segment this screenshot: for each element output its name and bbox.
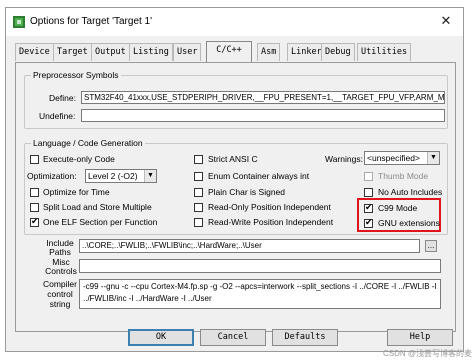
- warnings-label: Warnings:: [325, 154, 363, 164]
- plain-char-checkbox[interactable]: [194, 188, 203, 197]
- compiler-control-label-1: Compiler: [42, 279, 77, 289]
- define-field[interactable]: STM32F40_41xxx,USE_STDPERIPH_DRIVER,__FP…: [81, 91, 445, 104]
- plain-char-label: Plain Char is Signed: [208, 187, 286, 197]
- no-auto-includes-label: No Auto Includes: [378, 187, 443, 197]
- tab-debug[interactable]: Debug: [321, 43, 355, 61]
- rw-position-label: Read-Write Position Independent: [208, 217, 334, 227]
- one-elf-checkbox[interactable]: [30, 216, 39, 227]
- c99-mode-checkbox[interactable]: [364, 202, 373, 213]
- tab-output[interactable]: Output: [91, 43, 130, 61]
- gnu-extensions-checkbox[interactable]: [364, 217, 373, 228]
- chevron-down-icon: ▼: [427, 152, 439, 164]
- include-paths-label-2: Paths: [49, 247, 71, 257]
- compiler-control-string[interactable]: -c99 --gnu -c --cpu Cortex-M4.fp.sp -g -…: [79, 279, 441, 309]
- compiler-control-line-2: ../FWLIB/inc -I ../HardWare -I ../User: [83, 294, 212, 303]
- define-label: Define:: [49, 93, 76, 103]
- compiler-control-label-3: string: [49, 299, 71, 309]
- thumb-mode-checkbox[interactable]: [364, 172, 373, 181]
- app-icon: [13, 16, 25, 28]
- tab-target[interactable]: Target: [53, 43, 92, 61]
- watermark: CSDN @浅尝写博客的麦: [383, 349, 473, 358]
- gnu-extensions-label: GNU extensions: [378, 218, 440, 228]
- split-load-checkbox[interactable]: [30, 203, 39, 212]
- preprocessor-group: Preprocessor Symbols Define: STM32F40_41…: [24, 70, 448, 129]
- enum-int-checkbox[interactable]: [194, 172, 203, 181]
- execute-only-label: Execute-only Code: [43, 154, 115, 164]
- split-load-label: Split Load and Store Multiple: [43, 202, 152, 212]
- cancel-button[interactable]: Cancel: [200, 329, 266, 346]
- tab-asm[interactable]: Asm: [257, 43, 281, 61]
- options-dialog: Options for Target 'Target 1' ✕ Device T…: [5, 7, 464, 352]
- warnings-value: <unspecified>: [367, 153, 420, 163]
- include-paths-field[interactable]: ..\CORE;..\FWLIB;..\FWLIB\inc;..\HardWar…: [79, 239, 420, 253]
- language-group-title: Language / Code Generation: [31, 138, 145, 148]
- thumb-mode-label: Thumb Mode: [378, 171, 429, 181]
- defaults-button[interactable]: Defaults: [272, 329, 338, 346]
- language-group: Language / Code Generation Execute-only …: [24, 138, 448, 235]
- undefine-label: Undefine:: [39, 111, 76, 121]
- execute-only-checkbox[interactable]: [30, 155, 39, 164]
- misc-controls-field[interactable]: [79, 259, 441, 273]
- include-paths-browse-button[interactable]: ...: [425, 240, 437, 252]
- help-button[interactable]: Help: [387, 329, 453, 346]
- c99-mode-label: C99 Mode: [378, 203, 418, 213]
- strict-ansi-label: Strict ANSI C: [208, 154, 258, 164]
- one-elf-label: One ELF Section per Function: [43, 217, 158, 227]
- close-button[interactable]: ✕: [438, 13, 454, 29]
- preprocessor-group-title: Preprocessor Symbols: [31, 70, 121, 80]
- chevron-down-icon: ▼: [144, 170, 156, 182]
- undefine-field[interactable]: [81, 109, 445, 122]
- rw-position-checkbox[interactable]: [194, 218, 203, 227]
- tab-device[interactable]: Device: [15, 43, 54, 61]
- ro-position-checkbox[interactable]: [194, 203, 203, 212]
- optimize-time-label: Optimize for Time: [43, 187, 110, 197]
- no-auto-includes-checkbox[interactable]: [364, 188, 373, 197]
- enum-int-label: Enum Container always int: [208, 171, 310, 181]
- tab-linker[interactable]: Linker: [287, 43, 326, 61]
- tab-c-cpp[interactable]: C/C++: [206, 41, 252, 62]
- tab-user[interactable]: User: [173, 43, 202, 61]
- title-bar: Options for Target 'Target 1' ✕: [6, 8, 463, 36]
- misc-controls-label-2: Controls: [45, 266, 77, 276]
- warnings-select[interactable]: <unspecified> ▼: [364, 151, 440, 165]
- ro-position-label: Read-Only Position Independent: [208, 202, 331, 212]
- optimization-value: Level 2 (-O2): [88, 171, 138, 181]
- tab-utilities[interactable]: Utilities: [357, 43, 412, 61]
- tab-panel: Preprocessor Symbols Define: STM32F40_41…: [15, 62, 456, 332]
- tab-listing[interactable]: Listing: [129, 43, 173, 61]
- strict-ansi-checkbox[interactable]: [194, 155, 203, 164]
- compiler-control-line-1: -c99 --gnu -c --cpu Cortex-M4.fp.sp -g -…: [83, 282, 437, 291]
- window-title: Options for Target 'Target 1': [30, 16, 153, 27]
- optimize-time-checkbox[interactable]: [30, 188, 39, 197]
- compiler-control-label-2: control: [47, 289, 73, 299]
- optimization-select[interactable]: Level 2 (-O2) ▼: [85, 169, 157, 183]
- ok-button[interactable]: OK: [128, 329, 194, 346]
- optimization-label: Optimization:: [27, 171, 77, 181]
